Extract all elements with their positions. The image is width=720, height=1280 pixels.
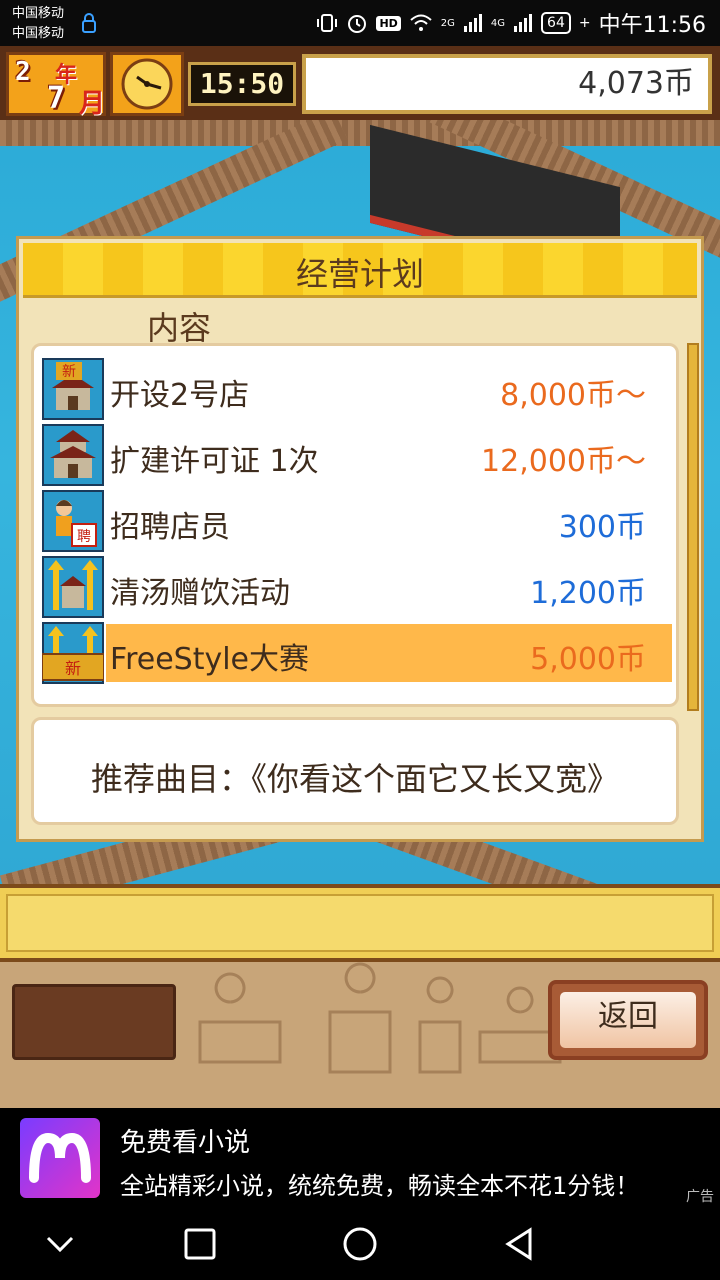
clock-face-icon <box>121 58 173 110</box>
list-item-selected[interactable]: 新 FreeStyle大赛 5,000币 <box>42 622 672 684</box>
lock-icon <box>82 13 96 33</box>
vibrate-icon <box>317 14 338 32</box>
item-price: 300币 <box>558 510 646 545</box>
message-bar <box>0 884 720 962</box>
hd-badge: HD <box>376 15 401 31</box>
shop-new-icon: 新 <box>42 358 104 420</box>
item-name: 开设2号店 <box>110 378 250 413</box>
item-name: FreeStyle大赛 <box>110 642 310 677</box>
navigation-bar <box>0 1208 720 1280</box>
contest-arrow-icon: 新 <box>42 622 104 684</box>
dialog-header: 经营计划 <box>23 243 697 298</box>
item-price: 5,000币 <box>530 642 646 677</box>
new-badge-text: 新 <box>65 659 81 678</box>
list-item[interactable]: 新 开设2号店 8,000币～ <box>42 358 672 420</box>
m-logo-icon <box>29 1132 91 1183</box>
plan-list[interactable]: 新 开设2号店 8,000币～ 扩建许可证 1次 12,000币～ 聘 招聘店员… <box>31 343 679 707</box>
carrier-label-2: 中国移动 <box>12 26 65 41</box>
empty-slot <box>12 984 176 1060</box>
network-4g-label: 4G <box>490 17 506 29</box>
game-time: 15:50 <box>188 62 296 106</box>
month-char: 月 <box>79 89 106 119</box>
list-item[interactable]: 清汤赠饮活动 1,200币 <box>42 556 672 618</box>
back-button-label: 返回 <box>560 992 696 1048</box>
item-name: 招聘店员 <box>110 510 230 545</box>
signal-icon-1 <box>463 14 482 32</box>
coin-balance: 4,073币 <box>302 54 712 114</box>
date-display: 2 年 7 月 <box>6 52 106 119</box>
shop-expand-icon <box>42 424 104 486</box>
campaign-arrow-icon <box>42 556 104 618</box>
ad-title: 免费看小说 <box>120 1128 251 1158</box>
item-price: 12,000币～ <box>481 444 646 479</box>
circle-home-icon[interactable] <box>340 1226 380 1262</box>
battery-indicator: 64 <box>541 12 571 34</box>
message-box <box>6 894 714 952</box>
square-recent-icon[interactable] <box>180 1226 220 1262</box>
dialog-title: 经营计划 <box>295 255 424 293</box>
item-name: 清汤赠饮活动 <box>110 576 290 611</box>
new-badge-text: 新 <box>62 364 76 380</box>
wifi-icon <box>410 14 432 31</box>
management-plan-dialog: 经营计划 内容 新 开设2号店 8,000币～ 扩建许可证 1次 12,000币… <box>16 236 704 842</box>
ad-description: 全站精彩小说，统统免费，畅读全本不花1分钱！ <box>120 1172 640 1200</box>
list-item[interactable]: 聘 招聘店员 300币 <box>42 490 672 552</box>
ad-label: 广告 <box>686 1189 714 1205</box>
month-number: 7 <box>47 81 66 116</box>
recruit-badge-text: 聘 <box>77 529 91 545</box>
signal-icon-2 <box>514 14 533 32</box>
network-2g-label: 2G <box>440 17 455 29</box>
list-item[interactable]: 扩建许可证 1次 12,000币～ <box>42 424 672 486</box>
alarm-icon <box>348 15 367 33</box>
recommended-song: 推荐曲目：《你看这个面它又长又宽》 <box>90 760 619 798</box>
charging-icon: + <box>578 15 591 31</box>
status-icons: HD 2G 4G 64 + 中午11:56 <box>316 8 706 38</box>
ad-banner[interactable]: 免费看小说 全站精彩小说，统统免费，畅读全本不花1分钱！ 广告 <box>0 1108 720 1208</box>
carrier-label-1: 中国移动 <box>12 6 65 21</box>
year-number: 2 <box>15 57 31 87</box>
clock-icon <box>110 52 184 116</box>
item-price: 8,000币～ <box>500 378 646 413</box>
list-scrollbar[interactable] <box>687 343 699 711</box>
triangle-back-icon[interactable] <box>500 1226 540 1262</box>
recruit-staff-icon: 聘 <box>42 490 104 552</box>
boardwalk <box>0 120 720 146</box>
ad-app-logo <box>20 1118 100 1198</box>
chevron-down-icon[interactable] <box>40 1226 80 1262</box>
status-bar: 中国移动 中国移动 HD 2G 4G 64 + 中午11:56 <box>0 0 720 46</box>
back-button[interactable]: 返回 <box>548 980 708 1060</box>
item-name: 扩建许可证 1次 <box>110 444 319 479</box>
recommended-song-panel: 推荐曲目：《你看这个面它又长又宽》 <box>31 717 679 825</box>
status-time: 中午11:56 <box>598 13 706 38</box>
item-price: 1,200币 <box>530 576 646 611</box>
